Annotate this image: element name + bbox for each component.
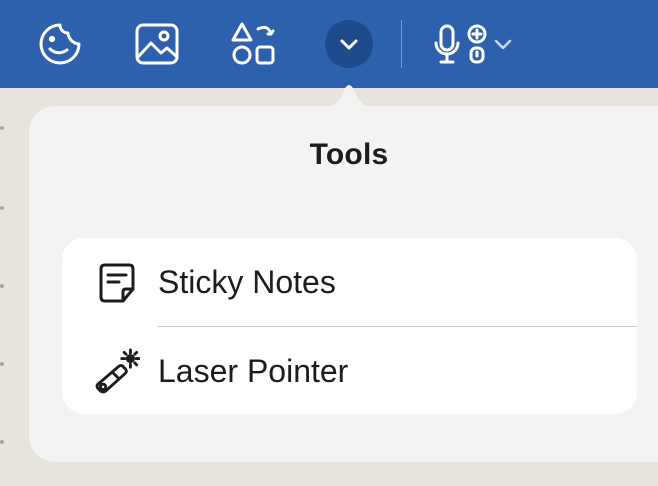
more-tools-button[interactable] <box>325 20 373 68</box>
page-dot <box>0 284 4 288</box>
microphone-icon <box>432 21 462 67</box>
laser-pointer-label: Laser Pointer <box>158 352 349 389</box>
image-icon <box>134 21 180 67</box>
sticky-note-icon <box>94 260 140 306</box>
sticky-notes-label: Sticky Notes <box>158 263 336 300</box>
chevron-down-icon <box>339 37 359 51</box>
list-item-laser-pointer[interactable]: Laser Pointer <box>62 327 637 415</box>
page-dot <box>0 362 4 366</box>
chevron-down-icon <box>494 38 512 50</box>
shapes-icon <box>230 21 276 67</box>
toolbar <box>0 0 658 88</box>
page-dot <box>0 126 4 130</box>
sticker-icon <box>37 21 83 67</box>
toolbar-divider <box>401 20 402 68</box>
list-item-sticky-notes[interactable]: Sticky Notes <box>62 238 637 326</box>
sticker-button[interactable] <box>36 20 84 68</box>
dictation-button[interactable] <box>430 20 522 68</box>
shapes-button[interactable] <box>229 20 277 68</box>
image-button[interactable] <box>133 20 181 68</box>
page-dot <box>0 206 4 210</box>
tools-list: Sticky Notes Laser Pointer <box>62 238 637 414</box>
accessibility-icon <box>466 21 488 67</box>
page-dot <box>0 440 4 444</box>
popover-title: Tools <box>309 138 389 171</box>
laser-pointer-icon <box>94 348 140 395</box>
